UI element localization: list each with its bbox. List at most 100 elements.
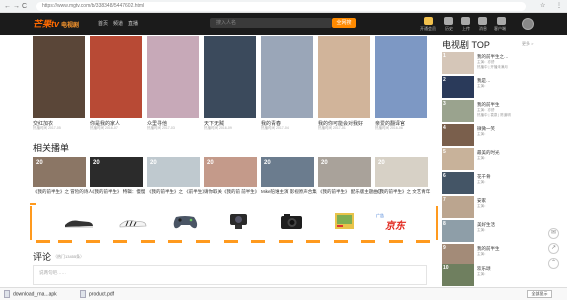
ad-product-sneaker[interactable] bbox=[55, 208, 104, 234]
rail-item[interactable]: 4 微微一笑 主演： bbox=[442, 124, 536, 148]
poster-card[interactable] bbox=[90, 36, 142, 118]
rail-thumb[interactable]: 3 bbox=[442, 100, 474, 122]
playlist-thumb[interactable]: 20 bbox=[204, 157, 257, 187]
playlist-thumb[interactable]: 20 bbox=[33, 157, 86, 187]
ad-product-lego-box[interactable] bbox=[320, 208, 369, 234]
rail-cast: 主演： bbox=[477, 252, 488, 256]
rail-cast: 主演： bbox=[477, 204, 488, 208]
rail-sub: 热播中 | 开播未满月 bbox=[477, 65, 508, 69]
comments-title: 评论 bbox=[33, 252, 52, 262]
playlist-caption[interactable]: 《我的前半生》之 文艺青年 bbox=[375, 189, 430, 195]
rail-cast: 主演： bbox=[477, 272, 488, 276]
rail-rank: 2 bbox=[443, 77, 446, 83]
rail-item[interactable]: 10 欢乐颂 主演： bbox=[442, 264, 536, 288]
show-all-downloads-button[interactable]: 全部显示 bbox=[527, 290, 552, 298]
rail-thumb[interactable]: 10 bbox=[442, 264, 474, 286]
rail-thumb[interactable]: 6 bbox=[442, 172, 474, 194]
rail-thumb[interactable]: 1 bbox=[442, 52, 474, 74]
playlist-caption[interactable]: 《我的前半生》 特辑：慢慢 bbox=[90, 189, 145, 195]
rail-thumb[interactable]: 4 bbox=[442, 124, 474, 146]
bookmark-star-icon[interactable]: ☆ bbox=[540, 2, 545, 11]
rail-item[interactable]: 2 我是… 主演： bbox=[442, 76, 536, 100]
poster-card[interactable] bbox=[318, 36, 370, 118]
poster-card[interactable] bbox=[204, 36, 256, 118]
search-input[interactable]: 搜入人名 bbox=[210, 18, 332, 28]
playlist-thumb[interactable]: 20 bbox=[90, 157, 143, 187]
playlist-caption[interactable]: 《我的前半生》之 冒险的诗人 bbox=[33, 189, 93, 195]
playlist-caption[interactable]: 请你取关《我的前 前半生》 bbox=[204, 189, 259, 195]
comments-count: （热门13455条） bbox=[53, 254, 85, 259]
rail-thumb[interactable]: 5 bbox=[442, 148, 474, 170]
poster-card[interactable] bbox=[147, 36, 199, 118]
nav-home[interactable]: 首页 bbox=[98, 21, 108, 27]
poster-card[interactable] bbox=[33, 36, 85, 118]
ad-label: 广告 bbox=[376, 213, 384, 218]
playlist-thumb[interactable]: 20 bbox=[375, 157, 428, 187]
playlist-caption[interactable]: 《我的前半生》之 《前半生》 bbox=[147, 189, 207, 195]
client-label: 客户端 bbox=[494, 26, 506, 31]
rail-item[interactable]: 1 我的前半生之… 主演：亦舒 热播中 | 开播未满月 bbox=[442, 52, 536, 76]
playlist-thumb[interactable]: 20 bbox=[318, 157, 371, 187]
client-download-icon[interactable] bbox=[497, 17, 506, 25]
avatar[interactable] bbox=[522, 18, 534, 30]
rail-rank: 7 bbox=[443, 197, 446, 203]
browser-menu-icon[interactable]: ⋮ bbox=[556, 2, 562, 11]
reload-icon[interactable]: C bbox=[22, 2, 27, 11]
comment-input[interactable]: 说两句吧…… bbox=[33, 265, 427, 285]
ad-product-webcam[interactable] bbox=[214, 208, 263, 234]
playlist-thumb[interactable]: 20 bbox=[261, 157, 314, 187]
rail-thumb[interactable]: 8 bbox=[442, 220, 474, 242]
rail-thumb[interactable]: 7 bbox=[442, 196, 474, 218]
share-icon[interactable]: ↗ bbox=[548, 243, 559, 254]
poster-meta: 热播时间 2016-09 bbox=[204, 126, 232, 130]
forward-icon[interactable]: → bbox=[13, 2, 20, 11]
ad-product-striped-shoe[interactable] bbox=[108, 208, 157, 234]
address-bar[interactable]: https://www.mgtv.com/b/338348/5447602.ht… bbox=[36, 2, 526, 11]
rail-item[interactable]: 8 美好生活 主演： bbox=[442, 220, 536, 244]
playlist-count: 20 bbox=[264, 160, 271, 166]
search-button[interactable]: 全网搜 bbox=[332, 18, 356, 28]
rail-rank: 10 bbox=[443, 265, 449, 271]
rail-item[interactable]: 7 安家 主演： bbox=[442, 196, 536, 220]
back-icon[interactable]: ← bbox=[4, 2, 11, 11]
message-icon[interactable] bbox=[478, 17, 487, 25]
playlist-count: 20 bbox=[378, 160, 385, 166]
ad-product-camera[interactable] bbox=[267, 208, 316, 234]
upload-label: 上传 bbox=[462, 26, 470, 31]
rail-rank: 9 bbox=[443, 245, 446, 251]
vip-icon[interactable] bbox=[424, 17, 433, 25]
poster-meta: 热播时间 2016-06 bbox=[375, 126, 403, 130]
comment-placeholder: 说两句吧…… bbox=[39, 270, 66, 275]
rail-item[interactable]: 3 我的前半生 主演：亦舒 热播中 | 袁泉 | 陈道明 bbox=[442, 100, 536, 124]
download-item[interactable]: product.pdf bbox=[80, 290, 114, 299]
download-shelf: download_rna...apk product.pdf 全部显示 bbox=[0, 287, 567, 300]
vip-label: 开通会员 bbox=[420, 26, 436, 31]
playlist-caption[interactable]: Mike陪谁主演 影视原声合集 bbox=[261, 189, 317, 195]
related-section-title: 相关播单 bbox=[33, 143, 70, 153]
rail-more-link[interactable]: 更多 > bbox=[522, 41, 533, 47]
nav-live[interactable]: 直播 bbox=[128, 21, 138, 27]
poster-card[interactable] bbox=[375, 36, 427, 118]
upload-icon[interactable] bbox=[461, 17, 470, 25]
site-logo[interactable]: 芒果tv 电视剧 bbox=[33, 17, 79, 33]
rail-rank: 3 bbox=[443, 101, 446, 107]
feedback-icon[interactable]: ✉ bbox=[548, 228, 559, 239]
rail-cast: 主演： bbox=[477, 180, 488, 184]
ad-product-jd[interactable]: 广告 京东 bbox=[373, 208, 422, 234]
poster-card[interactable] bbox=[261, 36, 313, 118]
history-icon[interactable] bbox=[444, 17, 453, 25]
playlist-count: 20 bbox=[93, 160, 100, 166]
download-item[interactable]: download_rna...apk bbox=[4, 290, 57, 299]
playlist-thumb[interactable]: 20 bbox=[147, 157, 200, 187]
ad-product-game-controller[interactable] bbox=[161, 208, 210, 234]
file-icon bbox=[80, 290, 86, 298]
rail-item[interactable]: 6 花千骨 主演： bbox=[442, 172, 536, 196]
back-to-top-icon[interactable]: ⌃ bbox=[548, 258, 559, 269]
rail-rank: 8 bbox=[443, 221, 446, 227]
rail-item[interactable]: 5 最美的时光 主演： bbox=[442, 148, 536, 172]
playlist-caption[interactable]: 《我的前半生》 配乐版主题曲了 bbox=[318, 189, 382, 195]
nav-channel[interactable]: 频道 bbox=[113, 21, 123, 27]
rail-cast: 主演： bbox=[477, 156, 488, 160]
rail-thumb[interactable]: 2 bbox=[442, 76, 474, 98]
rail-thumb[interactable]: 9 bbox=[442, 244, 474, 266]
